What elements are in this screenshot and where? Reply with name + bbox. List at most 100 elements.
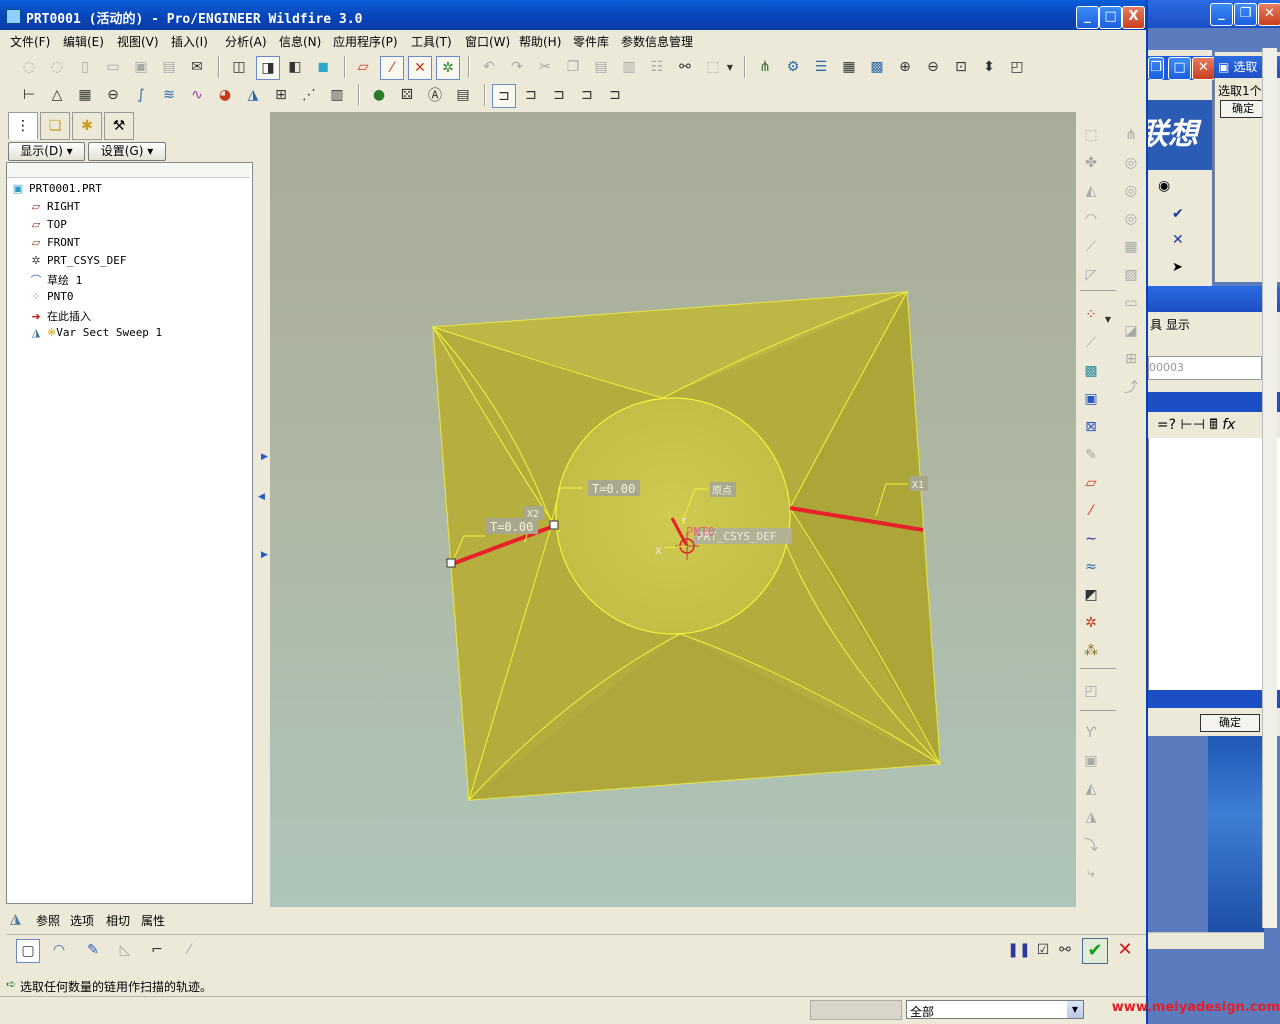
bg-ok-button[interactable]: 确定 [1220, 100, 1266, 118]
cancel-x-icon[interactable]: ✕ [1114, 938, 1136, 962]
bg-ok-button-2[interactable]: 确定 [1200, 714, 1260, 732]
tree-item-sweep[interactable]: ◮ ※Var Sect Sweep 1 [29, 326, 162, 344]
shading-icon[interactable]: ◼ [312, 56, 334, 78]
extrude-tool-icon[interactable]: ◰ [1080, 680, 1102, 702]
menu-param-info[interactable]: 参数信息管理 [621, 33, 693, 50]
repaint-icon[interactable]: ▩ [866, 56, 888, 78]
plane-tool-icon[interactable]: ◩ [1080, 584, 1102, 606]
menu-view[interactable]: 视图(V) [117, 33, 159, 50]
panel-splitter[interactable]: ◀ ▶ ▶ [255, 112, 268, 907]
datum-curve-tool-icon[interactable]: ∼ [1080, 528, 1102, 550]
create-section-icon[interactable]: ✎ [82, 939, 104, 961]
paste-special-icon[interactable]: ▥ [618, 56, 640, 78]
tree-item-front[interactable]: ▱ FRONT [29, 236, 80, 254]
bg-field[interactable]: 00003 [1148, 356, 1262, 380]
print-icon[interactable]: ▤ [158, 56, 180, 78]
layers-icon[interactable]: ☰ [810, 56, 832, 78]
menu-info[interactable]: 信息(N) [279, 33, 321, 50]
csys-toggle-icon[interactable]: ✲ [436, 56, 460, 80]
merge-tool-icon[interactable]: ◎ [1120, 152, 1142, 174]
csys-tool-icon[interactable]: ✲ [1080, 612, 1102, 634]
model-tree-tab-icon[interactable]: ⋮ [8, 112, 38, 140]
table-icon[interactable]: ▥ [326, 84, 348, 106]
solidify-tool-icon[interactable]: ⊞ [1120, 348, 1142, 370]
menu-edit[interactable]: 编辑(E) [63, 33, 104, 50]
pattern-tool-icon[interactable]: ▦ [1120, 236, 1142, 258]
edit-tool-icon[interactable]: ⟋ [1080, 332, 1102, 354]
model-tree-icon[interactable]: ⋔ [754, 56, 776, 78]
menu-file[interactable]: 文件(F) [10, 33, 50, 50]
email-icon[interactable]: ✉ [186, 56, 208, 78]
relations-icon[interactable]: ⚙ [782, 56, 804, 78]
bg-select-icon[interactable]: ◉ [1158, 178, 1170, 194]
copy-icon[interactable]: ❐ [562, 56, 584, 78]
variable-sweep-tool-icon[interactable]: ▣ [1080, 750, 1102, 772]
shaded-curvature-icon[interactable]: ◕ [214, 84, 236, 106]
chevron-down-icon[interactable]: ▼ [1102, 308, 1114, 330]
menu-part-library[interactable]: 零件库 [573, 33, 609, 50]
redo-icon[interactable]: ↷ [506, 56, 528, 78]
no-hidden-icon[interactable]: ◧ [284, 56, 306, 78]
zoom-out-icon[interactable]: ⊖ [922, 56, 944, 78]
folder-icon[interactable]: ▭ [102, 56, 124, 78]
tree-item-part[interactable]: ▣ PRT0001.PRT [11, 182, 102, 200]
favorites-tab-icon[interactable]: ✱ [72, 112, 102, 140]
style-tool-icon[interactable]: ▩ [1080, 360, 1102, 382]
thin-icon[interactable]: ⌐ [146, 939, 168, 961]
offset-icon[interactable]: ⊞ [270, 84, 292, 106]
regenerate-icon[interactable]: ☷ [646, 56, 668, 78]
bg-restore-button[interactable]: ❐ [1234, 3, 1257, 26]
chevron-down-icon[interactable]: ▼ [1067, 1001, 1083, 1018]
new-icon[interactable]: ◌ [18, 56, 40, 78]
sweep-x-trajectory-icon[interactable]: ⊐ [576, 84, 598, 106]
web-browser-icon[interactable]: ● [368, 84, 390, 106]
folder-browser-tab-icon[interactable]: ❏ [40, 112, 70, 140]
sweep-pivot-icon[interactable]: ⊐ [548, 84, 570, 106]
section-icon[interactable]: ∿ [186, 84, 208, 106]
view-manager-icon[interactable]: ▦ [838, 56, 860, 78]
datum-axis-toggle-icon[interactable]: ⁄ [380, 56, 404, 80]
bg-minimize-button[interactable]: _ [1210, 3, 1233, 26]
bg-cross-icon[interactable]: ✕ [1172, 232, 1184, 248]
collapse-left-icon[interactable]: ◀ [258, 492, 265, 502]
draft-tool-icon[interactable]: ◭ [1080, 180, 1102, 202]
expand-right-icon[interactable]: ▶ [261, 550, 268, 560]
curve-analysis-icon[interactable]: ∫ [130, 84, 152, 106]
menu-analysis[interactable]: 分析(A) [225, 33, 267, 50]
show-dropdown[interactable]: 显示(D) ▾ [8, 142, 85, 161]
datum-plane-tool-icon[interactable]: ▱ [1080, 472, 1102, 494]
blend-tool-icon[interactable]: ◭ [1080, 778, 1102, 800]
preview-checkbox-icon[interactable]: ☑ [1032, 939, 1054, 961]
deselect-icon[interactable]: ⊠ [1080, 416, 1102, 438]
rib-tool-icon[interactable]: ◸ [1080, 264, 1102, 286]
tree-item-sketch[interactable]: ⌒ 草绘 1 [29, 272, 83, 290]
bg-panel-restore[interactable]: ❐ [1148, 57, 1164, 80]
bend-tool-icon[interactable]: ⤷ [1080, 862, 1102, 884]
tree-item-csys[interactable]: ✲ PRT_CSYS_DEF [29, 254, 126, 272]
mass-props-icon[interactable]: ▦ [74, 84, 96, 106]
refit-icon[interactable]: ⊡ [950, 56, 972, 78]
sweep-normal-icon[interactable]: ⊐ [520, 84, 542, 106]
wireframe-icon[interactable]: ◫ [228, 56, 250, 78]
maximize-button[interactable]: □ [1099, 6, 1122, 29]
apply-check-icon[interactable]: ✔ [1082, 938, 1108, 964]
mirror-tool-icon[interactable]: ⋔ [1120, 124, 1142, 146]
model-player-icon[interactable]: ▤ [452, 84, 474, 106]
tag-x1[interactable]: X1 [912, 480, 924, 491]
menu-tools[interactable]: 工具(T) [411, 33, 452, 50]
undo-icon[interactable]: ↶ [478, 56, 500, 78]
draft-check-icon[interactable]: ◮ [242, 84, 264, 106]
animation-icon[interactable]: ⚄ [396, 84, 418, 106]
tree-item-insert-here[interactable]: ➜ 在此插入 [29, 308, 91, 326]
x-section-icon[interactable]: ⊖ [102, 84, 124, 106]
datum-point-tool-icon[interactable]: ⁘ [1080, 304, 1102, 326]
point-label[interactable]: PNT0 [686, 525, 715, 539]
saved-views-icon[interactable]: ◰ [1006, 56, 1028, 78]
hidden-line-icon[interactable]: ◨ [256, 56, 280, 80]
edit-feature-icon[interactable]: ✎ [1080, 444, 1102, 466]
trajectory-start-handle[interactable] [446, 558, 456, 568]
inner-circle[interactable] [555, 397, 791, 635]
datum-point-toggle-icon[interactable]: ✕ [408, 56, 432, 80]
tag-origin[interactable]: 原点 [712, 485, 732, 497]
round-tool-icon[interactable]: ◠ [1080, 208, 1102, 230]
